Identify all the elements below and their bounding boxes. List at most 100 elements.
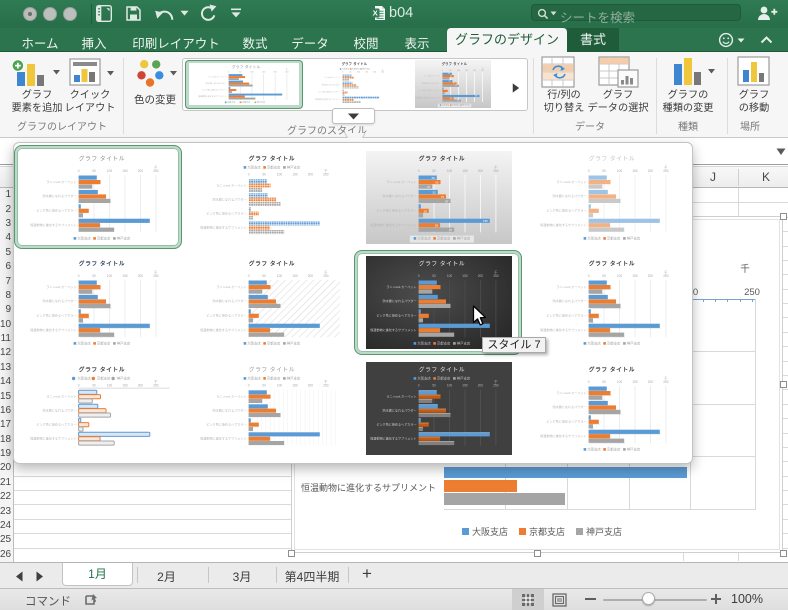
svg-text:神戸支店: 神戸支店 xyxy=(457,236,471,241)
svg-text:60: 60 xyxy=(435,181,439,185)
svg-text:150: 150 xyxy=(122,383,128,387)
svg-text:神戸支店: 神戸支店 xyxy=(287,375,301,380)
svg-text:75: 75 xyxy=(441,195,445,199)
svg-text:250: 250 xyxy=(481,70,484,72)
svg-text:ピンク色に染めるヘアカラー: ピンク色に染めるヘアカラー xyxy=(418,89,440,92)
svg-text:100: 100 xyxy=(107,274,113,278)
svg-text:200: 200 xyxy=(373,72,376,74)
svg-text:京都支店: 京都支店 xyxy=(607,446,621,451)
svg-text:ラニ.mark.カーベット: ラニ.mark.カーベット xyxy=(424,74,441,77)
svg-text:防水費になれるパウダー: 防水費になれるパウダー xyxy=(43,407,77,412)
svg-text:防水費になれるパウダー: 防水費になれるパウダー xyxy=(383,407,417,412)
svg-text:250: 250 xyxy=(153,274,159,278)
svg-text:200: 200 xyxy=(648,274,654,278)
svg-text:大阪支店: 大阪支店 xyxy=(587,341,601,346)
svg-text:京都支店: 京都支店 xyxy=(97,236,111,241)
svg-text:150: 150 xyxy=(365,72,368,74)
svg-text:大阪支店: 大阪支店 xyxy=(587,446,601,451)
svg-text:50: 50 xyxy=(602,380,606,384)
svg-text:X: X xyxy=(373,9,378,18)
svg-text:京都支店: 京都支店 xyxy=(97,341,111,346)
svg-text:0: 0 xyxy=(588,274,590,278)
svg-text:0: 0 xyxy=(248,274,250,278)
svg-text:200: 200 xyxy=(138,383,144,387)
svg-text:恒温動物に進化するサプリメント: 恒温動物に進化するサプリメント xyxy=(315,98,341,101)
svg-text:50: 50 xyxy=(449,70,451,72)
svg-text:防水費になれるパウダー: 防水費になれるパウダー xyxy=(213,196,247,201)
svg-text:恒温動物に進化するサプリメント: 恒温動物に進化するサプリメント xyxy=(200,435,246,440)
svg-text:京都支店: 京都支店 xyxy=(437,375,451,380)
svg-text:京都支店: 京都支店 xyxy=(437,341,451,346)
svg-text:200: 200 xyxy=(478,169,484,173)
svg-text:神戸支店: 神戸支店 xyxy=(117,375,131,380)
svg-text:ピンク色に染めるヘアカラー: ピンク色に染めるヘアカラー xyxy=(206,210,246,215)
svg-text:ラニ.mark.カーベット: ラニ.mark.カーベット xyxy=(46,179,76,184)
svg-text:150: 150 xyxy=(632,274,638,278)
svg-text:50: 50 xyxy=(602,274,606,278)
svg-text:250: 250 xyxy=(663,169,669,173)
svg-text:神戸支店: 神戸支店 xyxy=(627,341,641,346)
svg-text:京都支店: 京都支店 xyxy=(97,375,111,380)
svg-text:恒温動物に進化するサプリメント: 恒温動物に進化するサプリメント xyxy=(30,327,76,332)
svg-text:防水費になれるパウダー: 防水費になれるパウダー xyxy=(43,299,77,304)
svg-text:恒温動物に進化するサプリメント: 恒温動物に進化するサプリメント xyxy=(200,224,246,229)
svg-text:ラニ.mark.カーベット: ラニ.mark.カーベット xyxy=(46,393,76,398)
svg-text:グラフ タイトル: グラフ タイトル xyxy=(342,61,368,66)
svg-text:100: 100 xyxy=(107,383,113,387)
svg-text:50: 50 xyxy=(92,274,96,278)
svg-text:100: 100 xyxy=(277,173,283,177)
svg-text:97: 97 xyxy=(457,100,459,102)
svg-text:大阪支店: 大阪支店 xyxy=(247,165,261,170)
svg-text:250: 250 xyxy=(153,169,159,173)
svg-text:防水費になれるパウダー: 防水費になれるパウダー xyxy=(322,84,341,87)
svg-text:グラフ タイトル: グラフ タイトル xyxy=(79,155,125,163)
svg-text:0: 0 xyxy=(248,383,250,387)
svg-text:250: 250 xyxy=(493,169,499,173)
svg-text:防水費になれるパウダー: 防水費になれるパウダー xyxy=(553,299,587,304)
svg-text:50: 50 xyxy=(448,73,450,75)
svg-text:100: 100 xyxy=(107,169,113,173)
svg-text:グラフ タイトル: グラフ タイトル xyxy=(79,365,125,373)
svg-text:250: 250 xyxy=(663,380,669,384)
svg-text:ラニ.mark.カーベット: ラニ.mark.カーベット xyxy=(556,284,586,289)
svg-text:グラフ タイトル: グラフ タイトル xyxy=(442,61,468,66)
svg-text:京都支店: 京都支店 xyxy=(267,375,281,380)
svg-text:恒温動物に進化するサプリメント: 恒温動物に進化するサプリメント xyxy=(200,327,246,332)
svg-text:大阪支店: 大阪支店 xyxy=(417,236,431,241)
svg-text:ラニ.mark.カーベット: ラニ.mark.カーベット xyxy=(216,182,246,187)
svg-text:ラニ.mark.カーベット: ラニ.mark.カーベット xyxy=(386,284,416,289)
svg-text:グラフ タイトル: グラフ タイトル xyxy=(589,260,635,268)
svg-text:大阪支店: 大阪支店 xyxy=(77,375,91,380)
svg-text:50: 50 xyxy=(349,72,351,74)
svg-text:大阪支店: 大阪支店 xyxy=(77,341,91,346)
svg-text:ピンク色に染めるヘアカラー: ピンク色に染めるヘアカラー xyxy=(376,421,416,426)
svg-text:100: 100 xyxy=(277,383,283,387)
svg-text:150: 150 xyxy=(465,70,468,72)
svg-text:0: 0 xyxy=(418,169,420,173)
svg-text:100: 100 xyxy=(617,380,623,384)
svg-text:100: 100 xyxy=(357,72,360,74)
svg-text:150: 150 xyxy=(632,380,638,384)
svg-text:195: 195 xyxy=(483,219,488,223)
svg-text:ピンク色に染めるヘアカラー: ピンク色に染めるヘアカラー xyxy=(36,421,76,426)
svg-text:87: 87 xyxy=(445,199,449,203)
svg-text:0: 0 xyxy=(248,173,250,177)
svg-text:神戸支店: 神戸支店 xyxy=(287,165,301,170)
svg-text:150: 150 xyxy=(462,274,468,278)
svg-text:ラニ.mark.カーベット: ラニ.mark.カーベット xyxy=(324,76,341,79)
svg-text:0: 0 xyxy=(588,169,590,173)
svg-text:ラニ.mark.カーベット: ラニ.mark.カーベット xyxy=(556,179,586,184)
svg-text:50: 50 xyxy=(262,383,266,387)
svg-text:ピンク色に染めるヘアカラー: ピンク色に染めるヘアカラー xyxy=(36,313,76,318)
svg-text:ピンク色に染めるヘアカラー: ピンク色に染めるヘアカラー xyxy=(36,208,76,213)
svg-text:防水費になれるパウダー: 防水費になれるパウダー xyxy=(383,299,417,304)
svg-text:グラフ タイトル: グラフ タイトル xyxy=(232,64,261,69)
svg-text:100: 100 xyxy=(447,383,453,387)
svg-text:神戸支店: 神戸支店 xyxy=(117,236,131,241)
svg-text:0: 0 xyxy=(342,72,343,74)
svg-text:神戸支店: 神戸支店 xyxy=(627,236,641,241)
svg-text:200: 200 xyxy=(308,383,314,387)
svg-text:ラニ.mark.カーベット: ラニ.mark.カーベット xyxy=(386,179,416,184)
svg-text:京都支店: 京都支店 xyxy=(607,341,621,346)
svg-text:ラニ.mark.カーベット: ラニ.mark.カーベット xyxy=(386,393,416,398)
